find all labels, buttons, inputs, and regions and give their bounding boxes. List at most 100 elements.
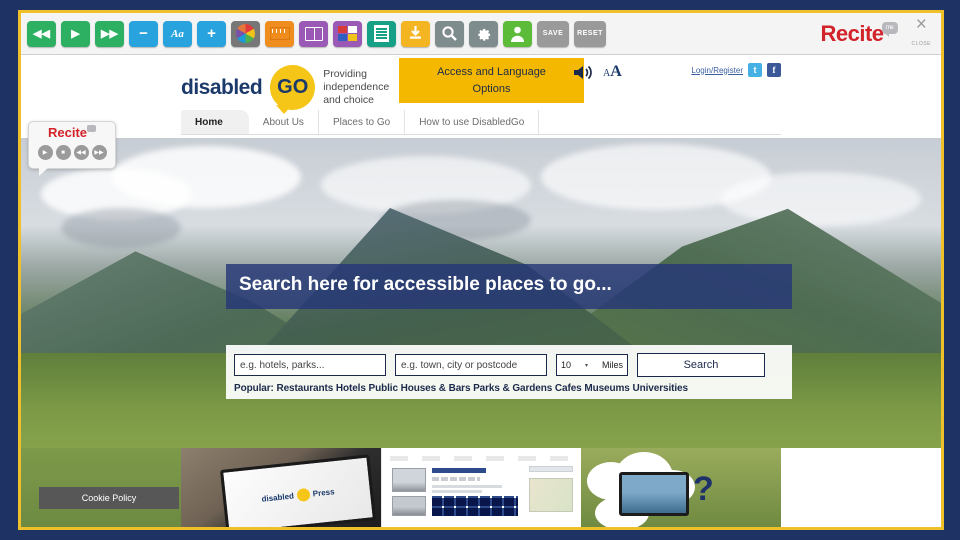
website-page: Recite ▶ ■ ◀◀ ▶▶ disabled GO Providing i… <box>21 55 941 527</box>
translate-button[interactable] <box>333 20 362 47</box>
plain-text-button[interactable] <box>367 20 396 47</box>
browser-frame: ◀◀ ▶ ▶▶ − Aa + SAVE RESET Recite me × CL… <box>18 10 944 530</box>
recite-widget-brand: Recite <box>47 125 88 140</box>
rewind-button[interactable]: ◀◀ <box>27 20 56 47</box>
cloud-shape <box>61 208 181 248</box>
bottom-panel-tablet[interactable]: disabled Press <box>181 448 381 527</box>
ruler-button[interactable] <box>265 20 294 47</box>
preview-text-line <box>432 490 482 493</box>
recite-brand-text: Recite <box>820 20 885 46</box>
nav-label: About Us <box>262 116 304 128</box>
popular-item-cafes[interactable]: Cafes <box>555 383 582 394</box>
tablet-device-image <box>619 472 689 516</box>
magnifier-icon <box>442 26 457 41</box>
text-size-button[interactable]: AA <box>603 63 622 81</box>
facebook-icon[interactable]: f <box>767 63 781 77</box>
book-icon <box>304 26 323 41</box>
logo-tagline: Providing independence and choice <box>323 68 389 107</box>
hero-banner: Search here for accessible places to go.… <box>21 138 941 448</box>
search-location-input[interactable]: e.g. town, city or postcode <box>395 354 547 376</box>
access-line-1: Access and Language <box>437 66 546 78</box>
reset-label: RESET <box>577 30 603 37</box>
widget-play-button[interactable]: ▶ <box>37 145 53 160</box>
reset-button[interactable]: RESET <box>574 20 606 47</box>
nav-item-places-to-go[interactable]: Places to Go <box>319 110 406 134</box>
speaker-button[interactable] <box>573 64 593 86</box>
minus-icon: − <box>139 25 148 42</box>
tagline-line-1: Providing <box>323 67 367 80</box>
popular-item-public-houses-bars[interactable]: Public Houses & Bars <box>369 383 471 394</box>
nav-item-how-to-use[interactable]: How to use DisabledGo <box>405 110 540 134</box>
widget-stop-button[interactable]: ■ <box>55 145 71 160</box>
popular-item-museums[interactable]: Museums <box>584 383 630 394</box>
recite-widget-controls: ▶ ■ ◀◀ ▶▶ <box>29 145 115 160</box>
forward-icon: ▶▶ <box>94 150 104 156</box>
search-row: e.g. hotels, parks... e.g. town, city or… <box>234 353 784 377</box>
close-label: CLOSE <box>911 41 931 47</box>
nav-item-about-us[interactable]: About Us <box>249 110 319 134</box>
login-area: Login/Register t f <box>691 63 781 77</box>
download-icon <box>410 26 421 39</box>
logo-go-badge: GO <box>270 65 316 114</box>
tagline-line-3: and choice <box>323 94 374 107</box>
popular-item-parks-gardens[interactable]: Parks & Gardens <box>473 383 552 394</box>
recite-widget-badge <box>87 125 97 132</box>
colour-options-button[interactable] <box>231 20 260 47</box>
bottom-panel-question[interactable]: ? <box>581 448 781 527</box>
cloud-shape <box>721 172 921 226</box>
nav-item-home[interactable]: Home <box>181 110 249 134</box>
search-location-placeholder: e.g. town, city or postcode <box>401 359 518 371</box>
site-header: disabled GO Providing independence and c… <box>21 55 941 148</box>
search-submit-button[interactable]: Search <box>637 353 765 377</box>
plus-icon: + <box>207 25 216 42</box>
popular-item-restaurants[interactable]: Restaurants <box>276 383 333 394</box>
recite-me-badge: me <box>881 21 898 37</box>
colour-wheel-icon <box>236 24 255 43</box>
search-keyword-input[interactable]: e.g. hotels, parks... <box>234 354 386 376</box>
gear-icon <box>478 28 491 41</box>
font-style-button[interactable]: Aa <box>163 20 192 47</box>
cloud-shape <box>111 146 301 208</box>
tablet-logo-circle <box>296 487 311 502</box>
access-and-language-options-button[interactable]: Access and Language Options <box>399 58 584 103</box>
popular-item-hotels[interactable]: Hotels <box>336 383 366 394</box>
settings-button[interactable] <box>469 20 498 47</box>
bottom-panel-site-preview[interactable] <box>381 448 581 527</box>
save-button[interactable]: SAVE <box>537 20 569 47</box>
rewind-icon: ◀◀ <box>76 150 86 156</box>
stop-icon: ■ <box>61 149 65 156</box>
preview-text-line <box>432 485 502 488</box>
increase-text-button[interactable]: + <box>197 20 226 47</box>
forward-icon: ▶▶ <box>101 28 118 40</box>
chevron-down-icon: ▾ <box>584 362 588 369</box>
preview-thumbnail <box>392 468 426 492</box>
search-distance-select[interactable]: 10 ▾ Miles <box>556 354 628 376</box>
recite-floating-widget[interactable]: Recite ▶ ■ ◀◀ ▶▶ <box>28 121 116 176</box>
play-icon: ▶ <box>42 150 48 156</box>
twitter-icon[interactable]: t <box>748 63 762 77</box>
accessibility-profile-button[interactable] <box>503 20 532 47</box>
flags-icon <box>338 26 357 41</box>
save-label: SAVE <box>542 30 564 37</box>
recite-logo: Recite me <box>821 21 898 47</box>
cookie-policy-bar[interactable]: Cookie Policy <box>39 487 179 509</box>
widget-forward-button[interactable]: ▶▶ <box>91 145 107 160</box>
widget-rewind-button[interactable]: ◀◀ <box>73 145 89 160</box>
forward-button[interactable]: ▶▶ <box>95 20 124 47</box>
download-mp3-button[interactable] <box>401 20 430 47</box>
site-logo[interactable]: disabled GO Providing independence and c… <box>181 65 389 114</box>
decrease-text-button[interactable]: − <box>129 20 158 47</box>
play-button[interactable]: ▶ <box>61 20 90 47</box>
magnifier-button[interactable] <box>435 20 464 47</box>
close-icon: × <box>915 14 927 35</box>
popular-item-universities[interactable]: Universities <box>632 383 688 394</box>
search-button-label: Search <box>683 359 719 371</box>
dictionary-button[interactable] <box>299 20 328 47</box>
tablet-screen <box>622 475 686 513</box>
cookie-policy-label: Cookie Policy <box>81 493 137 503</box>
text-size-large-label: A <box>610 63 622 80</box>
preview-nav-bar <box>390 456 573 461</box>
login-register-link[interactable]: Login/Register <box>691 66 743 75</box>
recite-widget-logo: Recite <box>47 125 97 140</box>
close-toolbar-button[interactable]: × CLOSE <box>911 14 931 50</box>
